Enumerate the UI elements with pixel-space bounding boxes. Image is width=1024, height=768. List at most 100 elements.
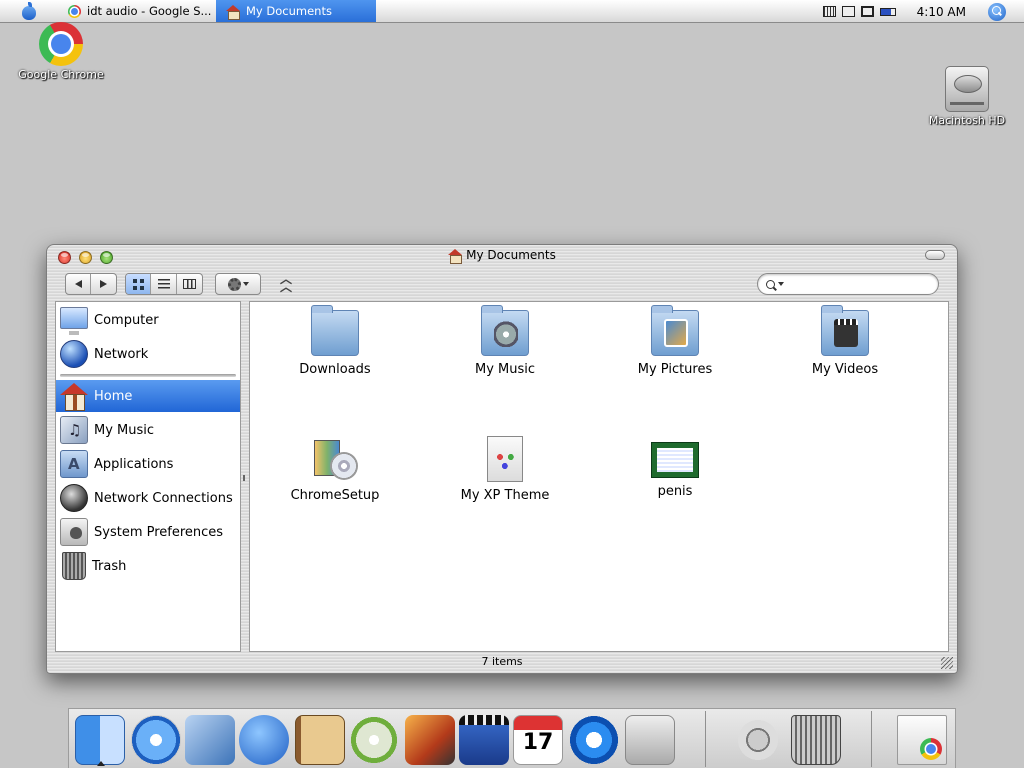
sidebar-item-label: Trash	[92, 558, 127, 574]
sidebar-item-my-music[interactable]: My Music	[56, 414, 240, 446]
music-folder-icon	[481, 305, 529, 356]
menu-bar: idt audio - Google S... My Documents 4:1…	[0, 0, 1024, 23]
chevron-down-icon	[778, 282, 784, 286]
taskbar-tab-label: idt audio - Google S...	[87, 4, 212, 18]
file-item-label: Downloads	[299, 362, 371, 377]
search-input[interactable]	[796, 277, 936, 291]
back-button[interactable]	[66, 274, 92, 294]
mail-icon[interactable]	[185, 715, 235, 765]
desktop-icon-label: Google Chrome	[18, 68, 104, 81]
battery-icon[interactable]	[879, 7, 896, 16]
system-preferences-icon[interactable]	[625, 715, 675, 765]
action-menu	[215, 273, 261, 295]
column-view-button[interactable]	[177, 274, 202, 294]
display-icon[interactable]	[841, 6, 855, 17]
icon-view-button[interactable]	[126, 274, 152, 294]
spotlight-search-icon[interactable]	[988, 2, 1006, 21]
file-item-my-xp-theme[interactable]: My XP Theme	[440, 436, 570, 503]
file-item-label: ChromeSetup	[290, 488, 380, 503]
system-preferences-icon	[60, 518, 88, 546]
file-item-my-music[interactable]: My Music	[440, 305, 570, 377]
apple-icon	[21, 2, 37, 20]
system-tray: 4:10 AM	[820, 0, 1024, 23]
installer-icon	[312, 436, 358, 482]
view-mode-control	[125, 273, 203, 295]
gear-icon	[227, 277, 241, 291]
window-title: My Documents	[466, 248, 556, 262]
sidebar-item-network[interactable]: Network	[56, 338, 240, 370]
home-icon	[60, 382, 88, 411]
icon-view-icon	[132, 278, 144, 290]
sidebar-divider[interactable]	[60, 374, 236, 377]
file-item-my-videos[interactable]: My Videos	[780, 305, 910, 377]
home-icon	[448, 248, 463, 264]
trash-icon[interactable]	[791, 715, 841, 765]
file-item-my-pictures[interactable]: My Pictures	[610, 305, 740, 377]
sidebar-item-system-preferences[interactable]: System Preferences	[56, 516, 240, 548]
search-field[interactable]	[757, 273, 939, 295]
taskbar-tab-my-documents[interactable]: My Documents	[216, 0, 376, 22]
applications-icon	[60, 450, 88, 478]
file-item-label: My XP Theme	[460, 488, 550, 503]
file-item-label: My Pictures	[637, 362, 713, 377]
finder-icon[interactable]	[75, 715, 125, 765]
address-book-icon[interactable]	[295, 715, 345, 765]
list-view-icon	[157, 279, 170, 289]
double-chevron-up-icon[interactable]: ︿ ︿	[279, 273, 293, 293]
sidebar-item-home[interactable]: Home	[56, 380, 240, 412]
toolbar-toggle-button[interactable]	[925, 250, 945, 260]
sidebar-item-label: My Music	[94, 422, 155, 438]
window-title-bar[interactable]: My Documents	[47, 248, 957, 264]
network-connections-icon	[60, 484, 88, 512]
file-item-penis[interactable]: penis	[610, 436, 740, 499]
sidebar-item-label: Applications	[94, 456, 174, 472]
quicktime-icon[interactable]	[569, 715, 619, 765]
taskbar-tab-google-chrome[interactable]: idt audio - Google S...	[58, 0, 216, 22]
folder-icon	[311, 305, 359, 356]
apple-menu[interactable]	[0, 0, 58, 23]
taskbar-tab-label: My Documents	[246, 4, 332, 18]
sidebar-item-label: Home	[94, 388, 133, 404]
search-icon	[766, 279, 775, 289]
home-icon	[226, 4, 240, 20]
file-item-downloads[interactable]: Downloads	[270, 305, 400, 377]
running-indicator-icon	[97, 761, 105, 766]
safari-icon[interactable]	[131, 715, 181, 765]
sidebar-resize-handle[interactable]	[243, 475, 245, 481]
internet-connect-icon[interactable]	[733, 715, 783, 765]
file-item-label: My Videos	[811, 362, 879, 377]
minimized-window-icon[interactable]	[897, 715, 947, 765]
sidebar-item-trash[interactable]: Trash	[56, 550, 240, 582]
dock-separator	[871, 711, 872, 767]
itunes-icon[interactable]	[349, 715, 399, 765]
sidebar-item-network-connections[interactable]: Network Connections	[56, 482, 240, 514]
keyboard-icon[interactable]	[822, 6, 836, 17]
left-arrow-icon	[74, 280, 82, 288]
desktop-icon-google-chrome[interactable]: Google Chrome	[18, 22, 104, 81]
right-arrow-icon	[100, 280, 107, 288]
sidebar-item-label: Computer	[94, 312, 159, 328]
forward-button[interactable]	[91, 274, 116, 294]
chevron-down-icon	[242, 282, 249, 286]
network-icon[interactable]	[860, 6, 874, 17]
theme-document-icon	[487, 436, 523, 482]
network-globe-icon	[60, 340, 88, 368]
list-view-button[interactable]	[151, 274, 177, 294]
status-bar-item-count: 7 items	[481, 655, 523, 668]
sidebar-item-computer[interactable]: Computer	[56, 304, 240, 336]
action-menu-button[interactable]	[216, 274, 260, 294]
ichat-icon[interactable]	[239, 715, 289, 765]
desktop-icon-macintosh-hd[interactable]: Macintosh HD	[924, 66, 1010, 127]
window-resize-grip[interactable]	[941, 657, 953, 669]
file-item-label: penis	[657, 484, 693, 499]
file-item-chromesetup[interactable]: ChromeSetup	[270, 436, 400, 503]
hard-drive-icon	[945, 66, 989, 112]
sidebar-item-applications[interactable]: Applications	[56, 448, 240, 480]
sidebar-item-label: Network	[94, 346, 149, 362]
imovie-icon[interactable]	[459, 715, 509, 765]
videos-folder-icon	[821, 305, 869, 356]
trash-icon	[62, 552, 86, 580]
ical-icon[interactable]: 17	[513, 715, 563, 765]
iphoto-icon[interactable]	[405, 715, 455, 765]
clock[interactable]: 4:10 AM	[917, 5, 966, 19]
